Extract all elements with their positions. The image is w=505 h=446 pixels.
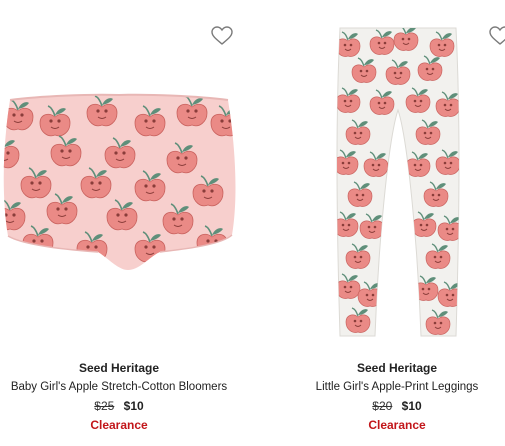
- clearance-badge: Clearance: [90, 418, 148, 432]
- product-card[interactable]: Seed Heritage Little Girl's Apple-Print …: [278, 0, 505, 446]
- original-price: $20: [372, 399, 393, 413]
- product-image-leggings[interactable]: [278, 0, 505, 352]
- product-info: Seed Heritage Little Girl's Apple-Print …: [278, 356, 505, 434]
- product-name[interactable]: Baby Girl's Apple Stretch-Cotton Bloomer…: [0, 378, 238, 396]
- heart-outline-icon[interactable]: [210, 24, 234, 48]
- sale-price: $10: [401, 399, 422, 413]
- original-price: $25: [94, 399, 115, 413]
- brand-name[interactable]: Seed Heritage: [278, 360, 505, 376]
- brand-name[interactable]: Seed Heritage: [0, 360, 238, 376]
- product-image-bloomers[interactable]: [0, 0, 238, 352]
- sale-price: $10: [123, 399, 144, 413]
- price: $20 $10: [278, 397, 505, 415]
- product-name[interactable]: Little Girl's Apple-Print Leggings: [278, 378, 505, 396]
- clearance-badge: Clearance: [368, 418, 426, 432]
- heart-outline-icon[interactable]: [488, 24, 505, 48]
- product-info: Seed Heritage Baby Girl's Apple Stretch-…: [0, 356, 238, 434]
- product-card[interactable]: Seed Heritage Baby Girl's Apple Stretch-…: [0, 0, 238, 446]
- price: $25 $10: [0, 397, 238, 415]
